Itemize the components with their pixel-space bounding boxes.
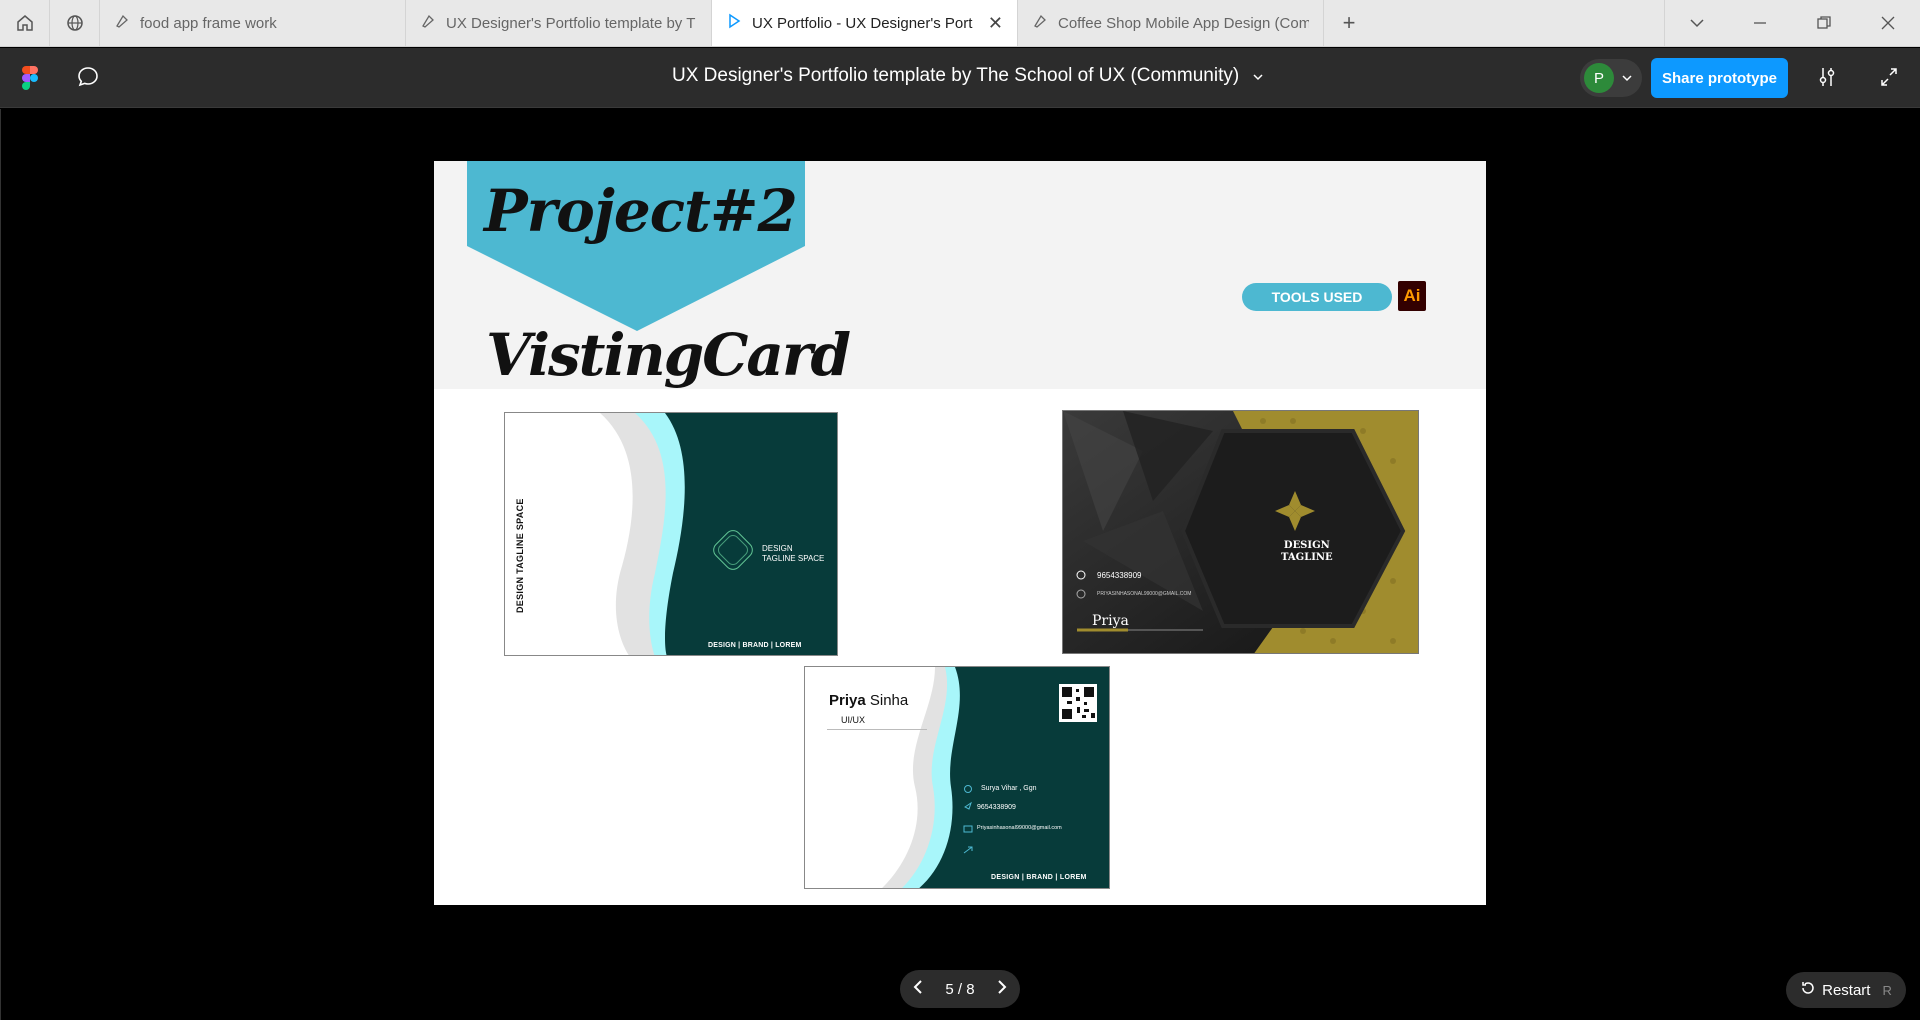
share-prototype-button[interactable]: Share prototype (1651, 58, 1788, 98)
project-title: Project#2 (484, 177, 798, 245)
card-footer: DESIGN | BRAND | LOREM (708, 642, 802, 649)
card-role: UI/UX (841, 715, 866, 725)
card-email: Priyasinhasonal99000@gmail.com (977, 825, 1062, 831)
card-tagline: DESIGN TAGLINE (1281, 540, 1333, 564)
divider (827, 729, 927, 730)
restart-shortcut: R (1882, 982, 1892, 998)
visiting-card-3: Priya Sinha UI/UX Surya Vihar , Ggn 9654… (804, 666, 1110, 889)
tagline-line-1: DESIGN (1283, 540, 1330, 551)
tab-list-chevron-icon[interactable] (1664, 0, 1728, 46)
settings-sliders-icon[interactable] (1817, 66, 1837, 93)
restart-icon (1800, 980, 1816, 1000)
card-full-name: Priya Sinha (829, 692, 908, 709)
card-email: PRIYASINHASONAL99000@GMAIL.COM (1097, 591, 1192, 597)
logo-tagline: DESIGN TAGLINE SPACE (762, 544, 824, 564)
next-slide-icon[interactable] (996, 979, 1008, 999)
card-footer: DESIGN | BRAND | LOREM (991, 874, 1087, 881)
tab-portfolio-template[interactable]: UX Designer's Portfolio template by T (406, 0, 712, 46)
restore-window-icon[interactable] (1792, 0, 1856, 46)
tab-label: Coffee Shop Mobile App Design (Com (1058, 14, 1309, 32)
globe-icon[interactable] (50, 0, 100, 46)
figma-file-icon (1032, 13, 1048, 33)
document-title: UX Designer's Portfolio template by The … (672, 65, 1240, 86)
figma-file-icon (420, 13, 436, 33)
tab-food-app[interactable]: food app frame work (100, 0, 406, 46)
avatar: P (1584, 63, 1614, 93)
section-title: VistingCard (486, 321, 851, 389)
browser-tab-bar: food app frame work UX Designer's Portfo… (0, 0, 1920, 47)
tab-label: UX Portfolio - UX Designer's Port (752, 14, 973, 32)
tab-label: UX Designer's Portfolio template by T (446, 14, 696, 32)
card-phone: 9654338909 (977, 804, 1016, 811)
previous-slide-icon[interactable] (912, 979, 924, 999)
tab-coffee-shop[interactable]: Coffee Shop Mobile App Design (Com (1018, 0, 1324, 46)
card-phone: 9654338909 (1097, 571, 1142, 580)
user-menu[interactable]: P (1580, 59, 1642, 97)
card-wave-graphic (600, 413, 837, 655)
prototype-toolbar: UX Designer's Portfolio template by The … (0, 48, 1920, 108)
home-icon[interactable] (0, 0, 50, 46)
tab-ux-portfolio[interactable]: UX Portfolio - UX Designer's Port ✕ (712, 0, 1018, 46)
logo-tagline-line-2: TAGLINE SPACE (762, 554, 825, 563)
document-title-dropdown[interactable]: UX Designer's Portfolio template by The … (672, 65, 1263, 87)
figma-logo-icon[interactable] (22, 66, 38, 90)
slide-pager: 5 / 8 (900, 970, 1020, 1008)
new-tab-icon[interactable]: + (1324, 0, 1374, 46)
tools-used-label: TOOLS USED (1242, 283, 1392, 311)
vertical-tagline: DESIGN TAGLINE SPACE (515, 498, 525, 613)
restart-button[interactable]: Restart R (1786, 972, 1906, 1008)
chevron-down-icon (1622, 69, 1632, 87)
restart-label: Restart (1822, 981, 1871, 999)
illustrator-icon: Ai (1398, 281, 1426, 311)
card-name: Priya (1092, 613, 1129, 629)
close-window-icon[interactable] (1856, 0, 1920, 46)
logo-tagline-line-1: DESIGN (762, 544, 793, 553)
tab-label: food app frame work (140, 14, 277, 32)
card-address: Surya Vihar , Ggn (981, 785, 1037, 792)
visiting-card-2: 9654338909 PRIYASINHASONAL99000@GMAIL.CO… (1062, 410, 1419, 654)
slide-counter: 5 / 8 (945, 980, 975, 998)
chevron-down-icon (1253, 65, 1263, 87)
comment-icon[interactable] (76, 65, 100, 94)
visiting-card-1: DESIGN TAGLINE SPACE DESIGN TAGLINE SPAC… (504, 412, 838, 656)
tagline-line-2: TAGLINE (1281, 552, 1333, 563)
fullscreen-icon[interactable] (1879, 66, 1899, 93)
card-last-name: Sinha (869, 692, 909, 709)
close-tab-icon[interactable]: ✕ (988, 13, 1003, 34)
minimize-icon[interactable] (1728, 0, 1792, 46)
card-first-name: Priya (829, 692, 866, 709)
portfolio-slide: Project#2 VistingCard TOOLS USED Ai DESI… (434, 161, 1486, 905)
play-icon (726, 13, 742, 33)
figma-file-icon (114, 13, 130, 33)
